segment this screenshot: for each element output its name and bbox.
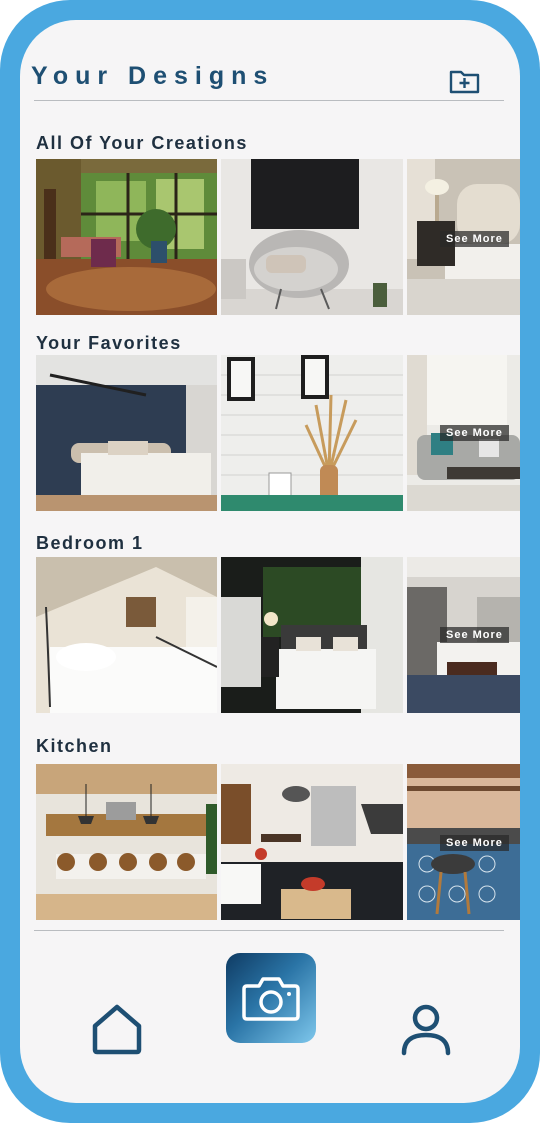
section-title-creations: All Of Your Creations <box>36 133 248 153</box>
bedroom-row: See More <box>36 557 520 713</box>
design-thumbnail[interactable]: See More <box>407 355 520 511</box>
see-more-label[interactable]: See More <box>440 425 509 441</box>
design-thumbnail[interactable] <box>36 557 217 713</box>
design-thumbnail[interactable] <box>36 355 217 511</box>
camera-button[interactable] <box>226 953 316 1043</box>
section-title-favorites: Your Favorites <box>36 333 182 353</box>
design-thumbnail[interactable] <box>36 159 217 315</box>
see-more-label[interactable]: See More <box>440 627 509 643</box>
header-divider <box>34 100 504 101</box>
see-more-label[interactable]: See More <box>440 835 509 851</box>
page-title: Your Designs <box>31 62 275 90</box>
add-folder-icon[interactable] <box>448 66 482 96</box>
device-frame: Your Designs All Of Your Creations See M… <box>0 0 540 1123</box>
design-thumbnail[interactable]: See More <box>407 557 520 713</box>
design-thumbnail[interactable] <box>221 355 403 511</box>
design-thumbnail[interactable] <box>36 764 217 920</box>
nav-divider <box>34 930 504 931</box>
profile-icon[interactable] <box>400 1003 452 1057</box>
see-more-label[interactable]: See More <box>440 231 509 247</box>
app-screen: Your Designs All Of Your Creations See M… <box>20 20 520 1103</box>
kitchen-row: See More <box>36 764 520 920</box>
favorites-row: See More <box>36 355 520 511</box>
section-title-kitchen: Kitchen <box>36 736 113 756</box>
design-thumbnail[interactable]: See More <box>407 159 520 315</box>
design-thumbnail[interactable] <box>221 764 403 920</box>
section-title-bedroom: Bedroom 1 <box>36 533 144 553</box>
home-icon[interactable] <box>90 1003 144 1055</box>
camera-icon <box>242 977 300 1021</box>
design-thumbnail[interactable] <box>221 159 403 315</box>
design-thumbnail[interactable] <box>221 557 403 713</box>
creations-row: See More <box>36 159 520 315</box>
design-thumbnail[interactable]: See More <box>407 764 520 920</box>
